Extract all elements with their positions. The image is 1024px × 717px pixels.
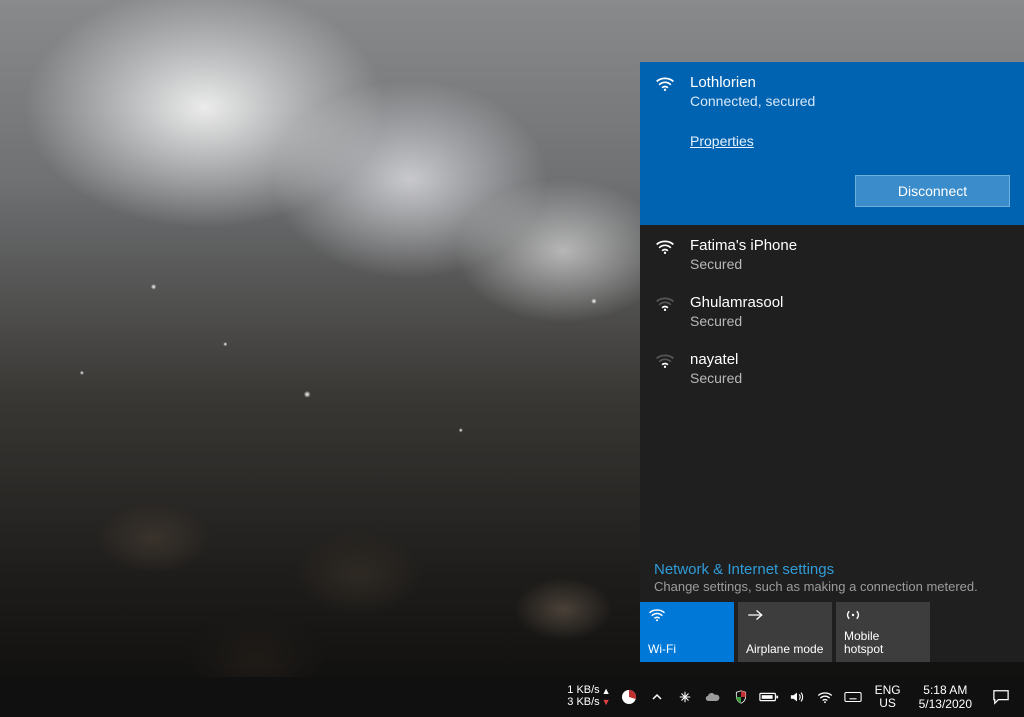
download-speed: 3 KB/s xyxy=(567,697,599,709)
network-status: Secured xyxy=(690,313,1010,329)
battery-tray-icon[interactable] xyxy=(757,677,781,717)
network-status: Secured xyxy=(690,256,1010,272)
disconnect-button[interactable]: Disconnect xyxy=(855,175,1010,207)
wifi-icon xyxy=(654,294,676,329)
wifi-icon xyxy=(648,608,726,624)
system-tray: 1 KB/s▲ 3 KB/s▼ xyxy=(567,677,1018,717)
network-status: Secured xyxy=(690,370,1010,386)
wifi-toggle-tile[interactable]: Wi-Fi xyxy=(640,602,734,662)
wifi-icon xyxy=(654,237,676,272)
network-name: Ghulamrasool xyxy=(690,294,1010,311)
tile-label: Mobile hotspot xyxy=(844,630,922,656)
network-item-connected[interactable]: Lothlorien Connected, secured Properties… xyxy=(640,62,1024,225)
keyboard-tray-icon[interactable] xyxy=(841,677,865,717)
hotspot-toggle-tile[interactable]: Mobile hotspot xyxy=(836,602,930,662)
arrow-up-icon: ▲ xyxy=(602,687,611,696)
language-secondary: US xyxy=(879,697,896,710)
network-name: Fatima's iPhone xyxy=(690,237,1010,254)
tile-label: Airplane mode xyxy=(746,643,824,656)
network-item[interactable]: nayatel Secured xyxy=(640,339,1024,396)
tile-label: Wi-Fi xyxy=(648,643,726,656)
arrow-down-icon: ▼ xyxy=(602,698,611,707)
clock-date: 5/13/2020 xyxy=(919,697,972,711)
quick-toggles: Wi-Fi Airplane mode Mobile hotspot xyxy=(640,602,1024,662)
data-usage-tray-icon[interactable] xyxy=(617,677,641,717)
network-flyout: Lothlorien Connected, secured Properties… xyxy=(640,62,1024,662)
clock-time: 5:18 AM xyxy=(923,683,967,697)
settings-link-subtitle: Change settings, such as making a connec… xyxy=(654,579,1010,594)
network-name: nayatel xyxy=(690,351,1010,368)
network-status: Connected, secured xyxy=(690,93,1010,109)
network-speed-indicator: 1 KB/s▲ 3 KB/s▼ xyxy=(567,685,612,708)
security-tray-icon[interactable] xyxy=(729,677,753,717)
app-tray-icon[interactable] xyxy=(673,677,697,717)
language-indicator[interactable]: ENG US xyxy=(869,684,907,710)
airplane-icon xyxy=(746,608,824,624)
action-center-button[interactable] xyxy=(984,677,1018,717)
network-settings-link[interactable]: Network & Internet settings Change setti… xyxy=(640,553,1024,602)
wifi-tray-icon[interactable] xyxy=(813,677,837,717)
network-item[interactable]: Fatima's iPhone Secured xyxy=(640,225,1024,282)
tray-overflow-button[interactable] xyxy=(645,677,669,717)
taskbar: 1 KB/s▲ 3 KB/s▼ xyxy=(0,677,1024,717)
wifi-icon xyxy=(654,351,676,386)
properties-link[interactable]: Properties xyxy=(690,133,1010,149)
network-name: Lothlorien xyxy=(690,74,1010,91)
available-networks-list: Fatima's iPhone Secured Ghulamrasool Sec… xyxy=(640,225,1024,553)
airplane-mode-toggle-tile[interactable]: Airplane mode xyxy=(738,602,832,662)
settings-link-title: Network & Internet settings xyxy=(654,561,1010,578)
hotspot-icon xyxy=(844,608,922,624)
wifi-icon xyxy=(654,74,676,149)
taskbar-clock[interactable]: 5:18 AM 5/13/2020 xyxy=(911,683,980,712)
network-item[interactable]: Ghulamrasool Secured xyxy=(640,282,1024,339)
volume-tray-icon[interactable] xyxy=(785,677,809,717)
onedrive-tray-icon[interactable] xyxy=(701,677,725,717)
